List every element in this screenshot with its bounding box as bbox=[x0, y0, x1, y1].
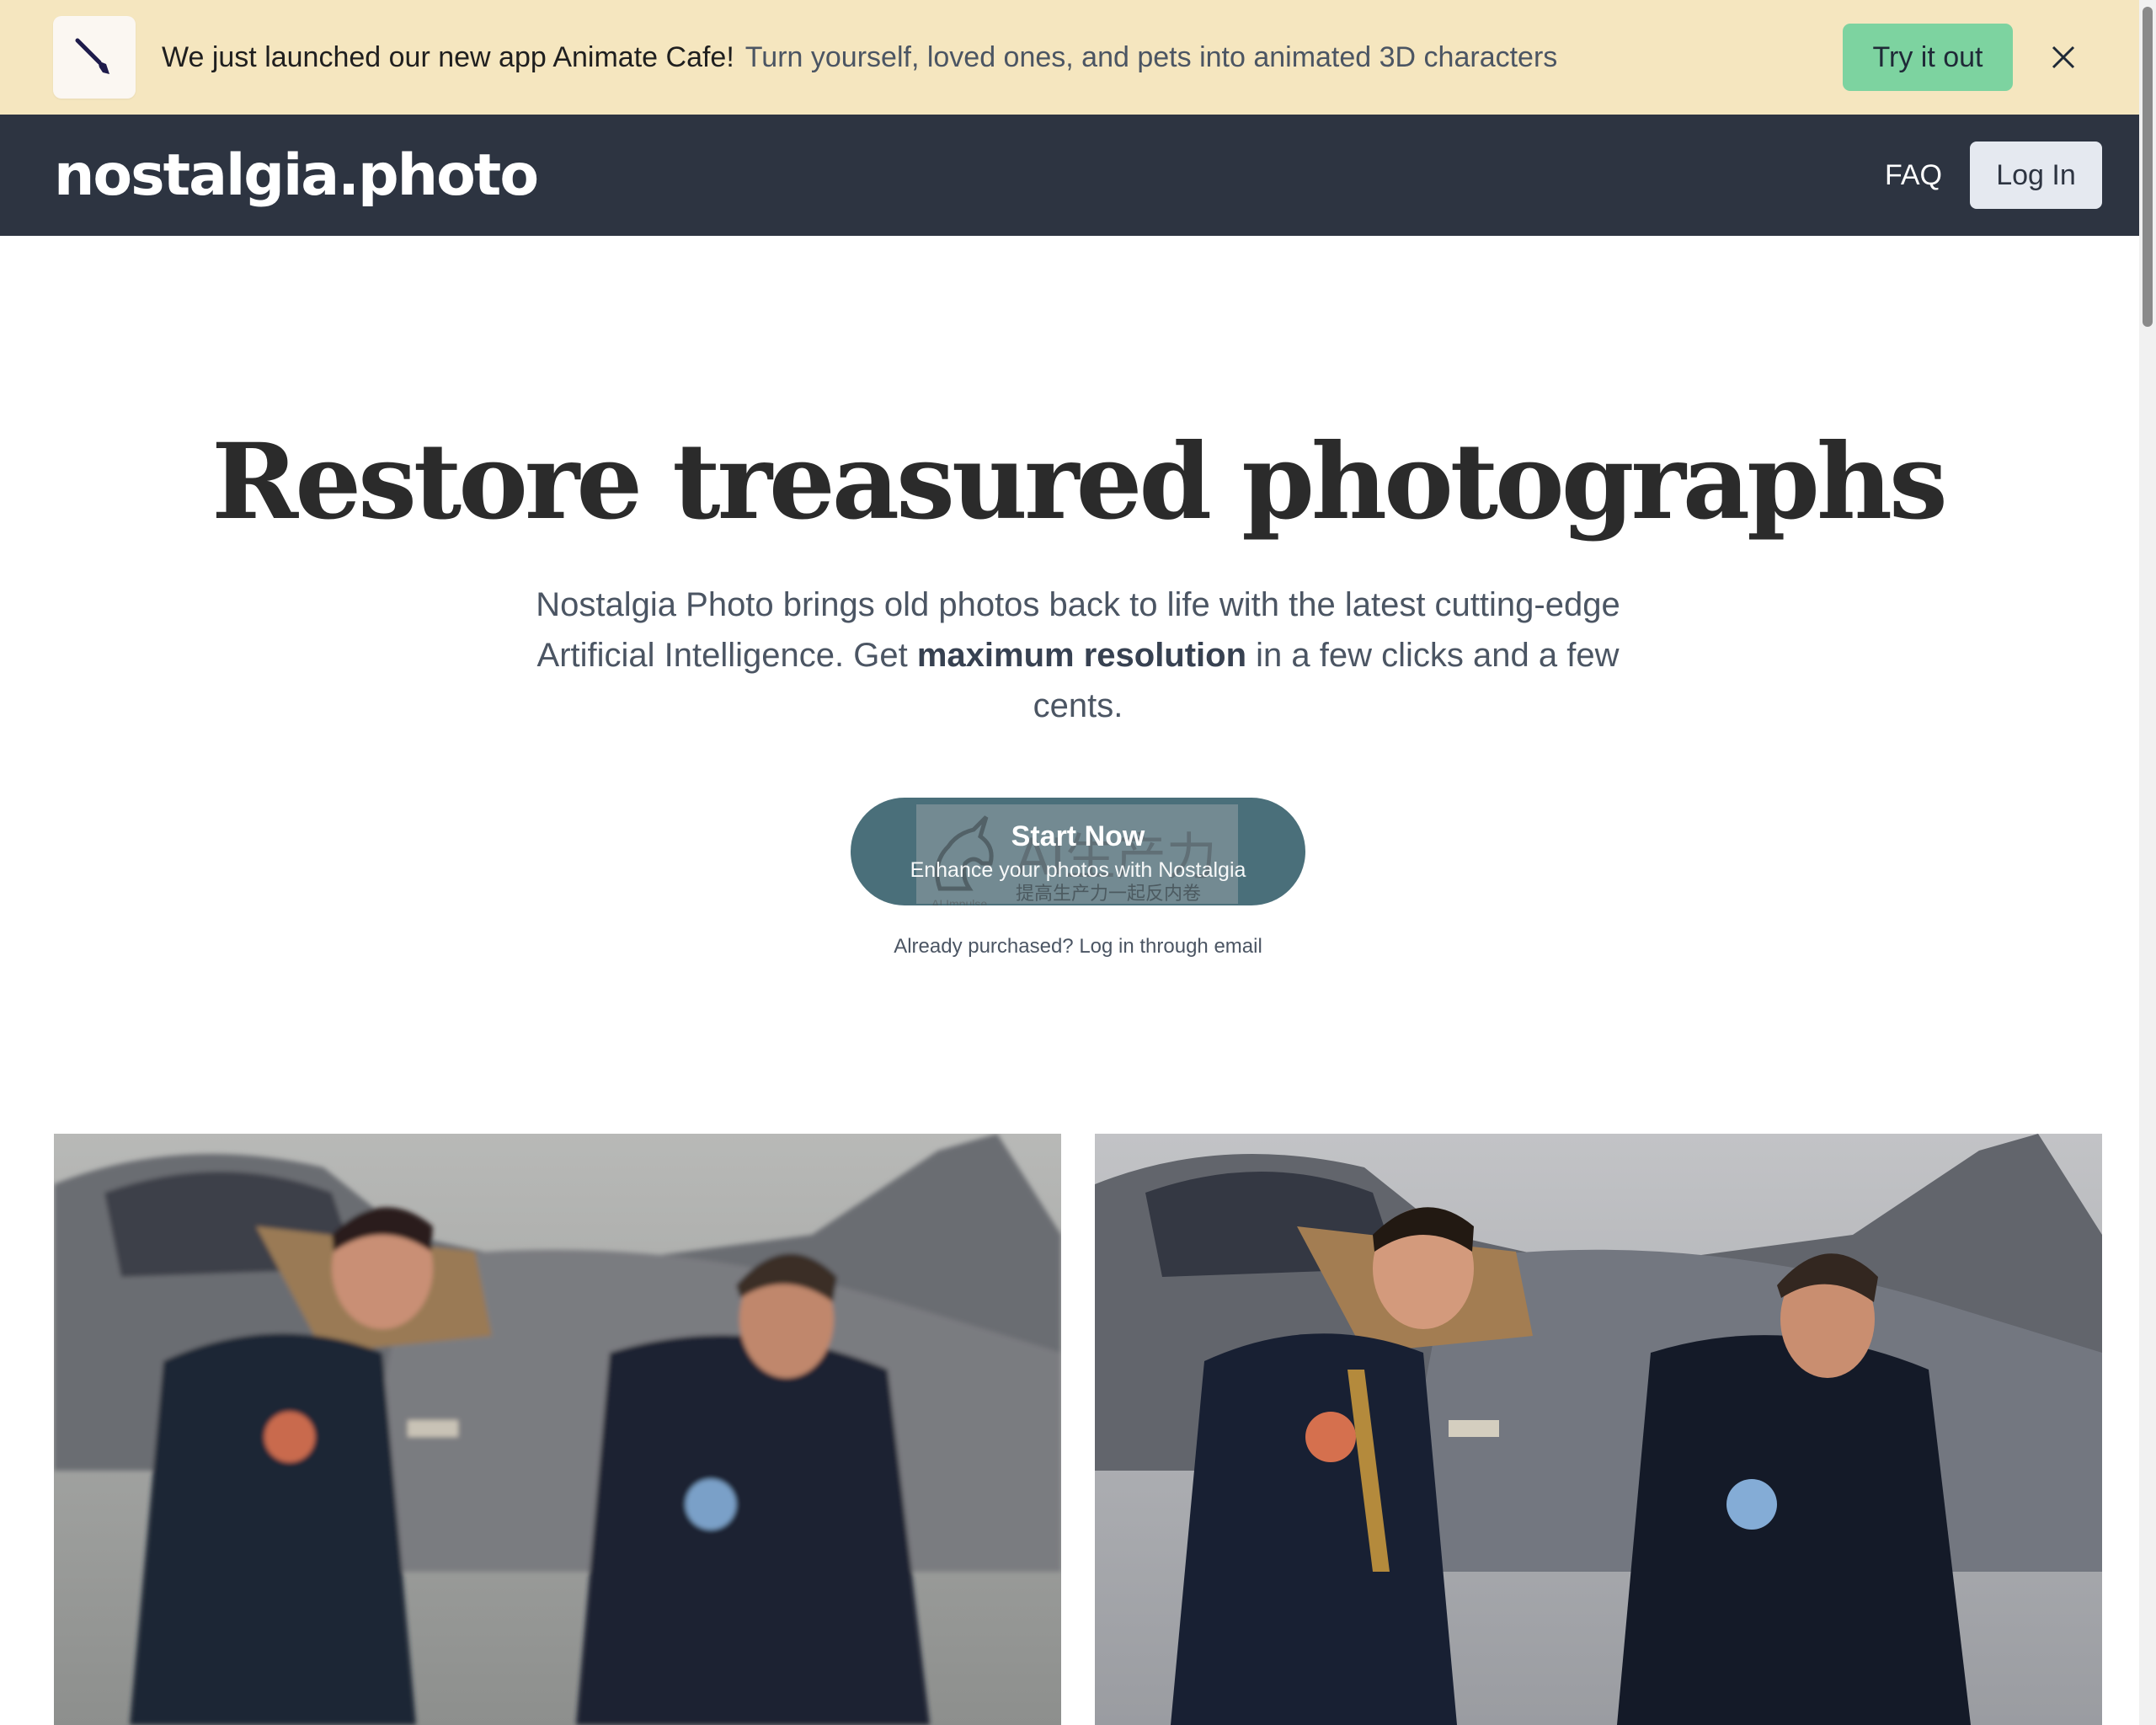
start-now-sublabel: Enhance your photos with Nostalgia bbox=[910, 858, 1246, 882]
already-purchased-link[interactable]: Already purchased? Log in through email bbox=[0, 935, 2156, 959]
close-icon[interactable] bbox=[2038, 32, 2089, 83]
unicorn-logo-icon bbox=[935, 815, 994, 891]
site-logo[interactable]: nostalgia.photo bbox=[54, 142, 539, 209]
site-header: nostalgia.photo FAQ Log In bbox=[0, 115, 2156, 236]
hero-subtitle: Nostalgia Photo brings old photos back t… bbox=[514, 579, 1642, 731]
start-now-button[interactable]: AI生产力 提高生产力一起反内卷 AI Impulse Start Now En… bbox=[851, 798, 1305, 905]
start-now-label: Start Now bbox=[1011, 820, 1145, 852]
faq-link[interactable]: FAQ bbox=[1885, 159, 1942, 192]
banner-description: Turn yourself, loved ones, and pets into… bbox=[744, 40, 1558, 73]
after-photo bbox=[1095, 1134, 2102, 1725]
page-title: Restore treasured photographs bbox=[211, 421, 1948, 543]
scrollbar[interactable] bbox=[2139, 0, 2156, 1725]
banner-title: We just launched our new app Animate Caf… bbox=[162, 40, 734, 73]
scrollbar-thumb[interactable] bbox=[2143, 7, 2153, 327]
login-button[interactable]: Log In bbox=[1970, 142, 2102, 209]
try-it-out-button[interactable]: Try it out bbox=[1843, 24, 2013, 91]
watermark-overlay: AI生产力 提高生产力一起反内卷 AI Impulse bbox=[916, 804, 1238, 905]
announcement-banner: We just launched our new app Animate Caf… bbox=[0, 0, 2156, 115]
before-photo bbox=[54, 1134, 1061, 1725]
hero-subtitle-bold: maximum resolution bbox=[916, 637, 1247, 674]
paintbrush-icon bbox=[53, 16, 136, 99]
watermark-tag: AI Impulse bbox=[931, 897, 988, 905]
